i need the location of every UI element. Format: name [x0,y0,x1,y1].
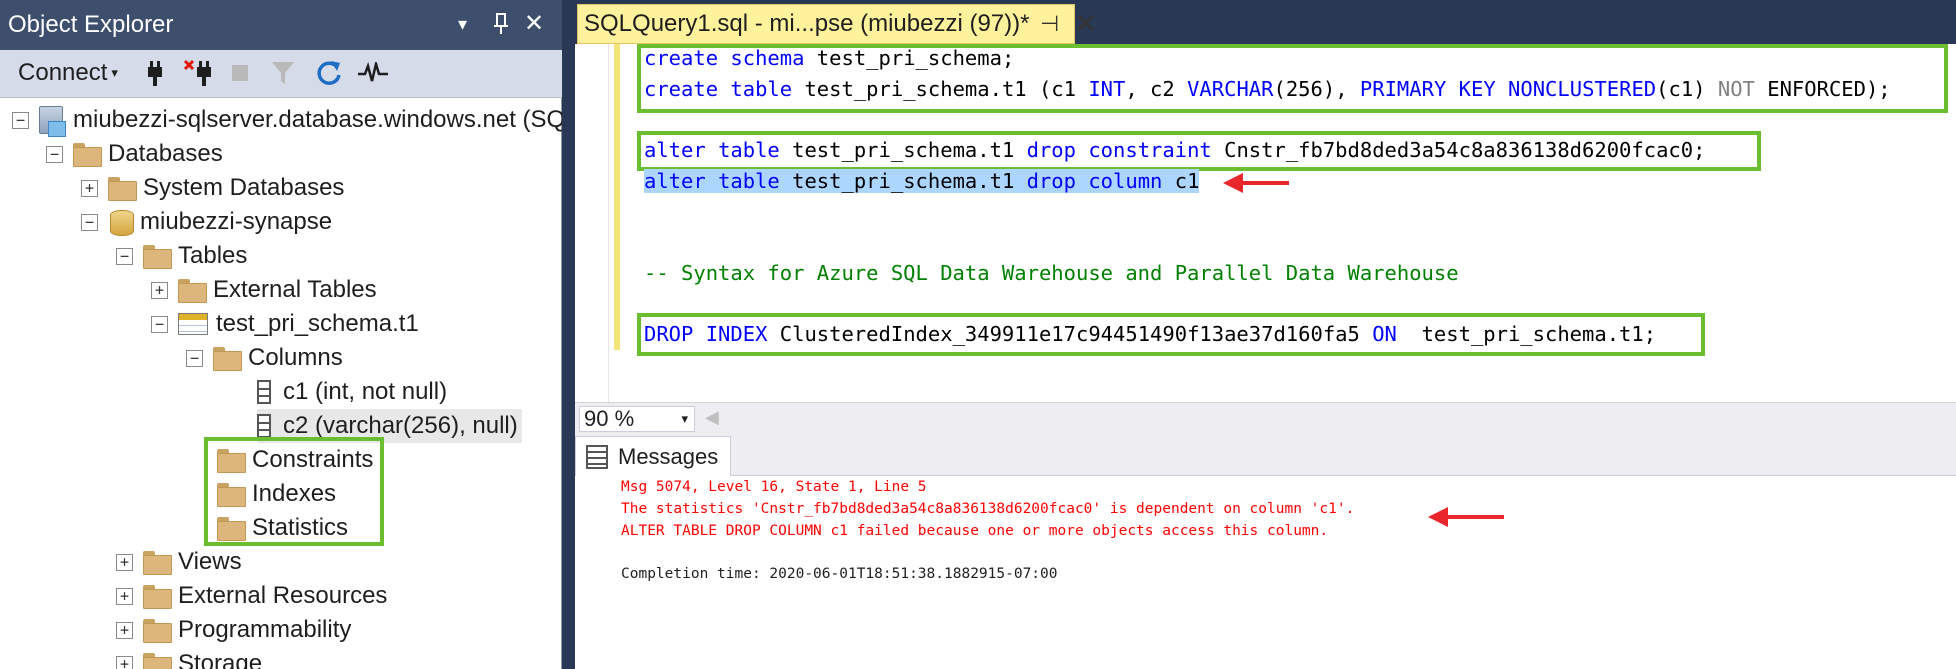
tab-messages[interactable]: Messages [575,436,731,476]
tab-sqlquery1[interactable]: SQLQuery1.sql - mi...pse (miubezzi (97))… [577,4,1097,44]
folder-icon [143,245,172,269]
folder-icon [143,619,172,643]
expand-toggle[interactable]: + [116,587,133,605]
tree-node-storage[interactable]: + Storage [116,647,262,669]
tree-node-tables[interactable]: − Tables [116,239,247,273]
drop-column-arrow-icon [1223,173,1289,193]
folder-icon [178,279,207,303]
messages-icon [586,444,608,469]
error-arrow-icon [1428,507,1504,527]
database-icon [108,208,134,236]
expand-toggle[interactable]: + [116,655,133,669]
stop-icon[interactable] [228,56,252,90]
zoom-value: 90 % [584,406,635,431]
table-label: test_pri_schema.t1 [216,310,419,337]
column-icon [257,380,271,404]
tree-node-database[interactable]: − miubezzi-synapse [81,205,332,239]
server-icon [39,106,66,137]
server-label: miubezzi-sqlserver.database.windows.net … [73,106,566,133]
editor-status-bar: 90 % ▾ ◀ [575,402,1956,434]
tree-node-table[interactable]: − test_pri_schema.t1 [151,307,419,341]
tree-node-databases[interactable]: − Databases [46,137,223,171]
chevron-down-icon: ▾ [681,411,688,426]
views-label: Views [178,548,242,575]
collapse-toggle[interactable]: − [186,349,203,367]
storage-label: Storage [178,650,263,669]
object-explorer-panel: Object Explorer ▾ ✕ Connect ▾ − miubezzi… [0,0,565,669]
expand-toggle[interactable]: + [81,179,98,197]
error-message-line-2: The statistics 'Cnstr_fb7bd8ded3a54c8a83… [621,501,1355,517]
tree-node-columns[interactable]: − Columns [186,341,343,375]
error-message-line-3: ALTER TABLE DROP COLUMN c1 failed becaus… [621,523,1329,539]
databases-label: Databases [108,140,223,167]
editor-gutter-separator [608,44,609,402]
column-c2-label: c2 (varchar(256), null) [283,412,518,439]
column-icon [257,414,271,438]
folder-icon [143,585,172,609]
connect-label: Connect [18,59,108,86]
close-tab-icon[interactable]: ✕ [1074,7,1097,40]
tree-node-server[interactable]: − miubezzi-sqlserver.database.windows.ne… [12,103,565,137]
scroll-left-icon[interactable]: ◀ [705,407,719,428]
column-c1-label: c1 (int, not null) [283,378,448,405]
connect-button[interactable]: Connect ▾ [12,56,124,90]
connect-plug-icon[interactable] [142,56,168,90]
tree-node-views[interactable]: + Views [116,545,242,579]
tree-node-system-databases[interactable]: + System Databases [81,171,344,205]
unsaved-changes-bar [614,44,620,350]
zoom-select[interactable]: 90 % ▾ [579,406,695,432]
database-label: miubezzi-synapse [140,208,333,235]
tree-node-external-tables[interactable]: + External Tables [151,273,377,307]
activity-monitor-icon[interactable] [356,56,390,90]
completion-time: Completion time: 2020-06-01T18:51:38.188… [621,566,1058,582]
collapse-toggle[interactable]: − [81,213,98,231]
expand-toggle[interactable]: + [116,621,133,639]
folder-icon [108,177,137,201]
results-tab-strip: Messages [575,434,1956,476]
tab-title: SQLQuery1.sql - mi...pse (miubezzi (97))… [584,10,1030,37]
external-resources-label: External Resources [178,582,388,609]
error-message-line-1: Msg 5074, Level 16, State 1, Line 5 [621,479,927,495]
folder-icon [73,143,102,167]
collapse-toggle[interactable]: − [12,111,29,129]
collapse-toggle[interactable]: − [46,145,63,163]
code-line-4-selected[interactable]: alter table test_pri_schema.t1 drop colu… [644,169,1200,193]
tree-node-programmability[interactable]: + Programmability [116,613,351,647]
columns-label: Columns [248,344,343,371]
tree-node-external-resources[interactable]: + External Resources [116,579,387,613]
code-comment-line[interactable]: -- Syntax for Azure SQL Data Warehouse a… [644,261,1459,285]
filter-icon[interactable] [270,56,296,90]
object-explorer-tree: − miubezzi-sqlserver.database.windows.ne… [0,100,565,669]
folder-icon [143,653,172,669]
tables-label: Tables [178,242,248,269]
collapse-toggle[interactable]: − [151,315,168,333]
collapse-toggle[interactable]: − [116,247,133,265]
programmability-label: Programmability [178,616,352,643]
expand-toggle[interactable]: + [116,553,133,571]
tree-node-column-c1[interactable]: c1 (int, not null) [257,375,447,409]
messages-tab-label: Messages [618,443,719,469]
results-pane: Messages Msg 5074, Level 16, State 1, Li… [575,434,1956,669]
refresh-icon[interactable] [314,56,344,90]
object-explorer-toolbar: Connect ▾ [0,50,562,98]
constraints-highlight-box [204,437,384,546]
close-panel-icon[interactable]: ✕ [524,9,544,38]
window-position-dropdown-icon[interactable]: ▾ [458,14,467,35]
external-tables-label: External Tables [213,276,377,303]
auto-hide-pin-icon[interactable] [492,12,510,41]
object-explorer-title: Object Explorer [8,11,174,38]
create-statements-highlight-box [637,44,1948,113]
folder-icon [143,551,172,575]
table-icon [178,313,208,335]
disconnect-plug-icon[interactable] [182,56,216,90]
pin-tab-icon[interactable]: ⊣ [1040,11,1059,37]
object-explorer-titlebar: Object Explorer ▾ ✕ [0,0,562,50]
chevron-down-icon: ▾ [111,65,118,80]
system-databases-label: System Databases [143,174,345,201]
drop-index-highlight-box [637,313,1705,356]
expand-toggle[interactable]: + [151,281,168,299]
drop-constraint-highlight-box [637,131,1761,171]
folder-icon [213,347,242,371]
